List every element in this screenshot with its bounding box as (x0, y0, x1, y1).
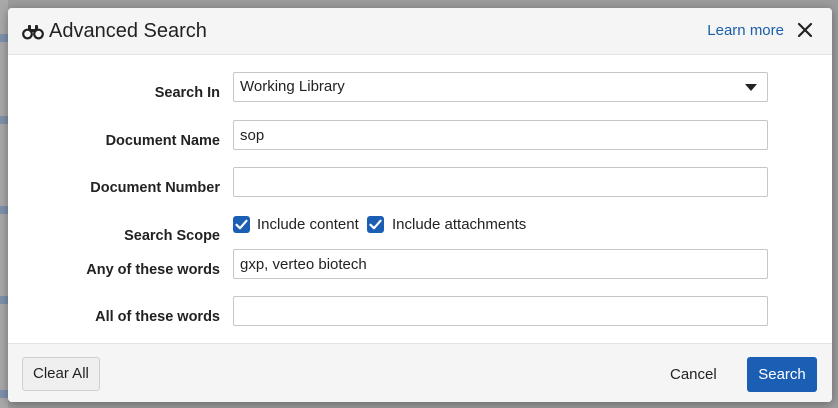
document-name-input[interactable] (233, 120, 768, 150)
include-attachments-checkbox[interactable] (367, 216, 384, 233)
background-item-fragment (0, 390, 8, 398)
dialog-body: Search In Working Library Document Name … (8, 55, 832, 343)
chevron-down-icon (745, 84, 757, 91)
search-button[interactable]: Search (747, 357, 817, 392)
clear-all-button[interactable]: Clear All (22, 357, 100, 391)
checkmark-icon (235, 219, 248, 230)
dialog-title: Advanced Search (49, 20, 207, 42)
dialog-title-group: Advanced Search (22, 20, 207, 43)
search-in-select[interactable]: Working Library (233, 72, 768, 102)
cancel-button[interactable]: Cancel (670, 366, 717, 383)
search-in-label: Search In (154, 85, 220, 101)
include-content-label[interactable]: Include content (257, 216, 359, 233)
all-words-label: All of these words (95, 309, 220, 325)
background-item-fragment (0, 34, 8, 42)
any-words-label: Any of these words (86, 262, 220, 278)
dialog-footer: Clear All Cancel Search (8, 343, 832, 402)
document-name-label: Document Name (105, 133, 220, 149)
include-content-checkbox[interactable] (233, 216, 250, 233)
background-item-fragment (0, 296, 8, 304)
binoculars-icon (22, 24, 44, 39)
close-icon[interactable] (794, 19, 816, 41)
search-in-value: Working Library (240, 78, 345, 95)
search-scope-label: Search Scope (124, 228, 220, 244)
document-number-label: Document Number (90, 180, 220, 196)
learn-more-link[interactable]: Learn more (707, 22, 784, 39)
document-number-input[interactable] (233, 167, 768, 197)
background-list-edge (0, 0, 8, 408)
include-attachments-label[interactable]: Include attachments (392, 216, 526, 233)
background-item-fragment (0, 206, 8, 214)
background-item-fragment (0, 116, 8, 124)
all-words-input[interactable] (233, 296, 768, 326)
advanced-search-dialog: Advanced Search Learn more Search In Wor… (8, 8, 832, 402)
checkmark-icon (369, 219, 382, 230)
dialog-header: Advanced Search Learn more (8, 8, 832, 55)
any-words-input[interactable] (233, 249, 768, 279)
